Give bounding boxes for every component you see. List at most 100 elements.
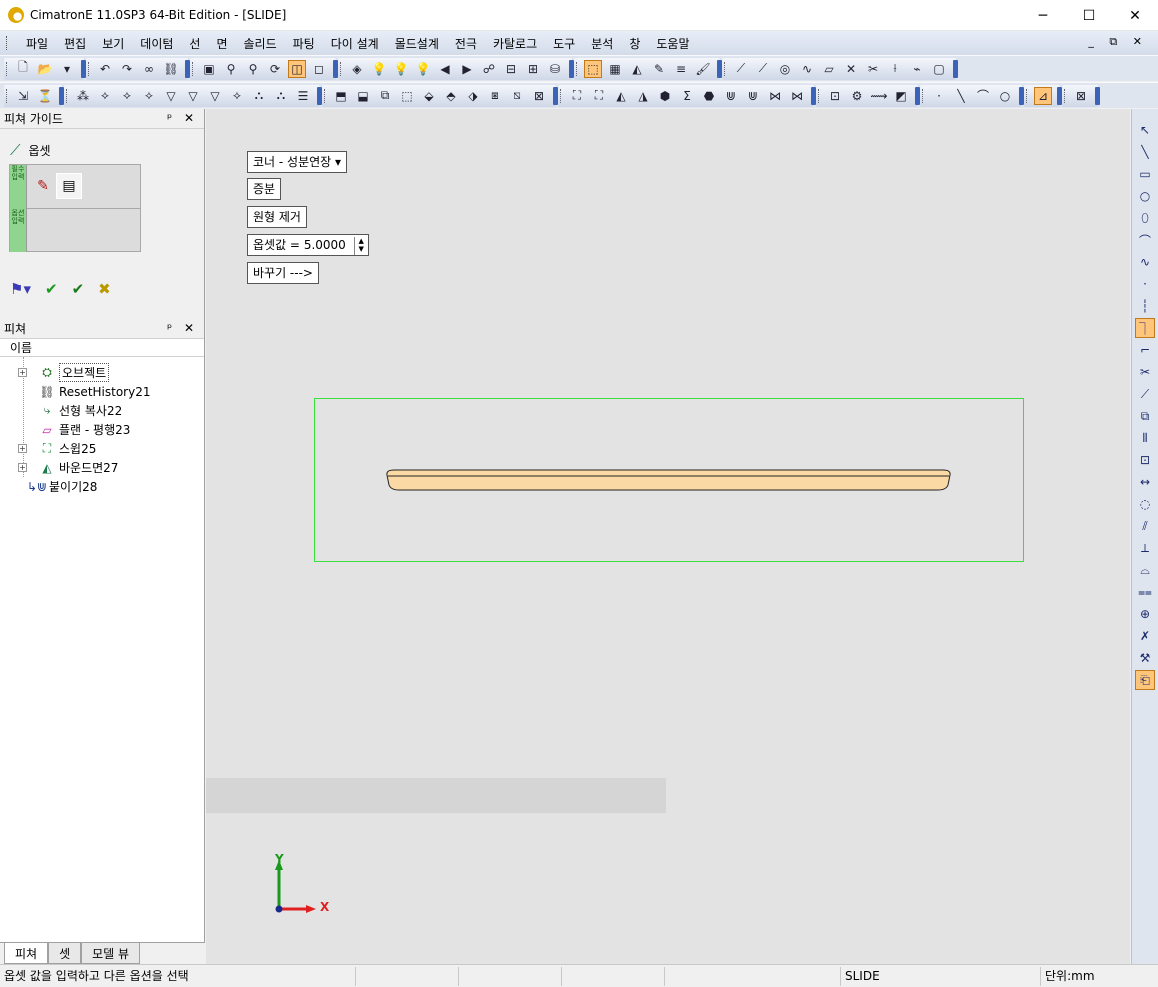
tree-item-plane-parallel[interactable]: ▱ 플랜 - 평행23 [18,420,130,439]
cancel-exit-icon[interactable]: ✖ [98,280,111,298]
close-button[interactable]: ✕ [1112,0,1158,31]
menu-curve[interactable]: 선 [181,35,208,52]
light-bulb-yellow-icon[interactable]: 💡 [392,60,410,78]
zoom-all-icon[interactable]: ▣ [200,60,218,78]
menu-datum[interactable]: 데이텀 [132,35,181,52]
datum-axis-icon[interactable]: ⟡ [96,87,114,105]
arc-icon[interactable]: ⌒ [1135,230,1155,250]
menu-parting[interactable]: 파팅 [285,35,323,52]
delete-constraint-icon[interactable]: ✗ [1135,626,1155,646]
extrude-icon[interactable]: ⬒ [332,87,350,105]
datum-plane-icon[interactable]: ⟡ [118,87,136,105]
menu-window[interactable]: 창 [621,35,648,52]
remove-round-option-button[interactable]: 원형 제거 [247,206,307,228]
shell-icon[interactable]: ⧉ [376,87,394,105]
exit-sketcher-icon[interactable]: ⎗ [1135,670,1155,690]
perpendicular-constraint-icon[interactable]: ⟂ [1135,538,1155,558]
project-icon[interactable]: ⧉ [1135,406,1155,426]
tree-item-linear-copy[interactable]: ⤷ 선형 복사22 [18,401,123,420]
graphics-viewport[interactable]: 코너 - 성분연장 ▾ 증분 원형 제거 옵셋값 = 5.0000 ▲ ▼ 바꾸기… [206,109,1130,964]
fill-color-icon[interactable]: ◭ [628,60,646,78]
shaded-view-icon[interactable]: ◫ [288,59,306,78]
divide-surface-icon[interactable]: ⋈ [788,87,806,105]
tools-icon[interactable]: ⚒ [1135,648,1155,668]
chain-tool-icon[interactable]: ⌁ [908,60,926,78]
line-icon[interactable]: ╲ [1135,142,1155,162]
loft-surface-icon[interactable]: ⛶ [590,87,608,105]
stitch-surface-icon[interactable]: ⋓ [744,87,762,105]
spline-tool-icon[interactable]: ∿ [798,60,816,78]
sweep-surface-icon[interactable]: ⛶ [568,87,586,105]
open-folder-icon[interactable]: 📂 [36,60,54,78]
extend-icon[interactable]: ⟋ [1135,384,1155,404]
new-file-icon[interactable]: 🗋 [14,60,32,78]
offset-spinner[interactable]: ▲ ▼ [353,236,368,255]
line-tool-icon[interactable]: ⟋ [732,60,750,78]
forward-icon[interactable]: ▶ [458,60,476,78]
plane-tool-icon[interactable]: ▱ [820,60,838,78]
expand-toggle[interactable]: + [18,463,27,472]
tree-item-attach[interactable]: ↳⋓ 붙이기28 [18,477,97,496]
brush-icon[interactable]: 🖌 [694,60,712,78]
tree-item-object[interactable]: + ⛭ 오브젝트 [18,363,110,382]
centerline-icon[interactable]: ┆ [1135,296,1155,316]
split-icon[interactable]: ⧅ [508,87,526,105]
increment-option-button[interactable]: 증분 [247,178,282,200]
tab-sets[interactable]: 셋 [48,943,82,964]
line-weight-icon[interactable]: ≡ [672,60,690,78]
menu-mold-design[interactable]: 몰드설계 [387,35,447,52]
equal-constraint-icon[interactable]: ⩵ [1135,582,1155,602]
intersect-tool-icon[interactable]: ✕ [842,60,860,78]
parallel-constraint-icon[interactable]: ⫽ [1135,516,1155,536]
sketch-point-icon[interactable]: · [930,87,948,105]
name-column-header[interactable]: 이름 [0,339,204,357]
light-bulb-icon[interactable]: 💡 [370,60,388,78]
point-icon[interactable]: · [1135,274,1155,294]
mdi-controls[interactable]: _ ⧉ ✕ [1088,35,1148,49]
select-mode-icon[interactable]: ⬚ [584,59,602,78]
sketch-line-icon[interactable]: ╲ [952,87,970,105]
sketch-arc-icon[interactable]: ⌒ [974,87,992,105]
attach-surface-icon[interactable]: ⋓ [722,87,740,105]
rotate-view-icon[interactable]: ⟳ [266,60,284,78]
corner-tool-icon[interactable]: ⌐ [1135,340,1155,360]
arc-tool-icon[interactable]: ⟋ [754,60,772,78]
revolve-icon[interactable]: ⬓ [354,87,372,105]
corner-option-dropdown[interactable]: 코너 - 성분연장 ▾ [247,151,348,173]
rectangle-icon[interactable]: ▭ [1135,164,1155,184]
zoom-dynamic-icon[interactable]: ⚲ [244,60,262,78]
box-tool-icon[interactable]: ▢ [930,60,948,78]
trim-surface-icon[interactable]: ⬣ [700,87,718,105]
offset-surface-icon[interactable]: ⬢ [656,87,674,105]
check-icon[interactable]: ⊡ [826,87,844,105]
axis-tool-icon[interactable]: ⟊ [886,60,904,78]
circle-tool-icon[interactable]: ◎ [776,60,794,78]
redo-icon[interactable]: ↷ [118,60,136,78]
expand-toggle[interactable]: + [18,368,27,377]
bounded-surface-icon[interactable]: ◭ [612,87,630,105]
datum-normal-icon[interactable]: ▽ [206,87,224,105]
chamfer-icon[interactable]: ⬙ [420,87,438,105]
constraint-circle-icon[interactable]: ◌ [1135,494,1155,514]
slide-part-model[interactable] [386,469,951,491]
tree-item-resethistory[interactable]: ⛓ ResetHistory21 [18,382,150,401]
menu-view[interactable]: 보기 [94,35,132,52]
hierarchy-icon[interactable]: ☍ [480,60,498,78]
offset-tool-icon[interactable]: ⏋ [1135,318,1155,338]
cut-icon[interactable]: ⧆ [486,87,504,105]
menu-grip[interactable] [6,36,9,50]
datum-tree-icon[interactable]: ⛬ [250,87,268,105]
mirror-icon[interactable]: ⫴ [1135,428,1155,448]
light-settings-icon[interactable]: 💡 [414,60,432,78]
back-icon[interactable]: ◀ [436,60,454,78]
menu-edit[interactable]: 편집 [56,35,94,52]
draft-analysis-icon[interactable]: ◩ [892,87,910,105]
zoom-window-icon[interactable]: ⚲ [222,60,240,78]
dropdown-arrow-icon[interactable]: ▾ [58,60,76,78]
menu-face[interactable]: 면 [208,35,235,52]
apply-continue-icon[interactable]: ✔ [72,280,85,298]
feature-guide-pin-close[interactable]: ᵖ ✕ [167,111,198,125]
pick-curve-icon[interactable]: ✎ [30,173,56,199]
dimension-icon[interactable]: ↔ [1135,472,1155,492]
sketch-circle-icon[interactable]: ○ [996,87,1014,105]
